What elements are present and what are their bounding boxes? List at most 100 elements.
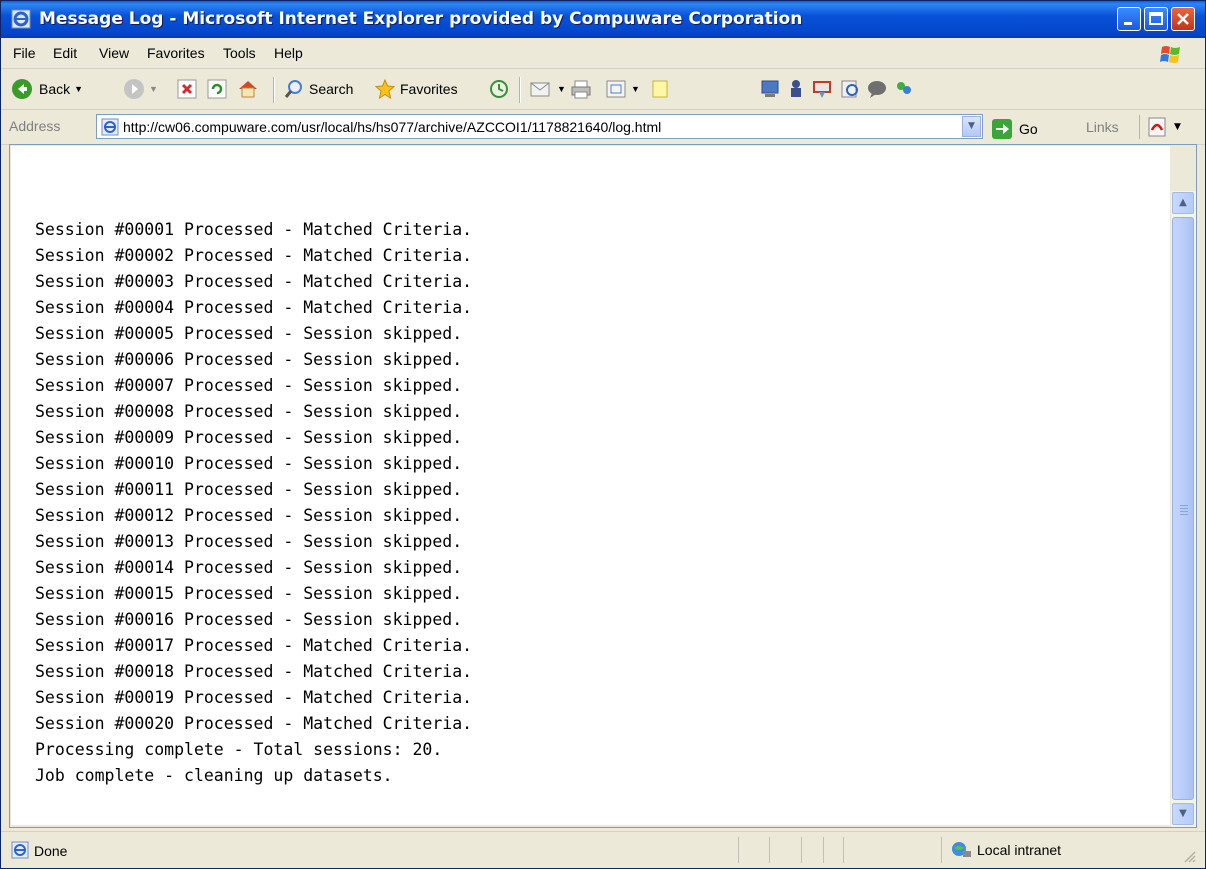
discuss-icon bbox=[652, 80, 668, 98]
go-button[interactable]: Go bbox=[991, 118, 1038, 140]
msn-icon bbox=[897, 82, 911, 94]
chevron-down-icon[interactable]: ▼ bbox=[631, 84, 640, 94]
log-line: Session #00013 Processed - Session skipp… bbox=[35, 532, 463, 551]
chevron-up-icon: ▲ bbox=[1179, 197, 1187, 208]
menu-bar: File Edit View Favorites Tools Help bbox=[1, 38, 1205, 69]
research-icon bbox=[791, 80, 801, 97]
address-dropdown[interactable]: ▼ bbox=[962, 116, 981, 137]
log-line: Processing complete - Total sessions: 20… bbox=[35, 740, 443, 759]
log-line: Session #00020 Processed - Matched Crite… bbox=[35, 714, 473, 733]
status-panel bbox=[941, 837, 942, 863]
ie-icon bbox=[11, 9, 31, 29]
links-button[interactable]: Links bbox=[1086, 119, 1119, 135]
browser-window: Message Log - Microsoft Internet Explore… bbox=[0, 0, 1206, 869]
forward-button[interactable]: ▼ bbox=[123, 77, 158, 101]
log-line: Session #00008 Processed - Session skipp… bbox=[35, 402, 463, 421]
refresh-icon bbox=[207, 79, 227, 99]
forward-icon bbox=[124, 79, 144, 99]
chevron-down-icon[interactable]: ▼ bbox=[1174, 122, 1181, 132]
research-button[interactable] bbox=[786, 77, 808, 101]
chat-button[interactable] bbox=[866, 77, 888, 101]
log-line: Session #00019 Processed - Matched Crite… bbox=[35, 688, 473, 707]
windows-logo-icon bbox=[1160, 46, 1180, 63]
toolbar-separator bbox=[519, 77, 521, 103]
history-icon bbox=[490, 80, 508, 98]
menu-edit[interactable]: Edit bbox=[53, 45, 77, 61]
log-line: Session #00017 Processed - Matched Crite… bbox=[35, 636, 473, 655]
discuss-button[interactable] bbox=[649, 77, 671, 101]
grip-line bbox=[1180, 511, 1188, 512]
tools-button[interactable] bbox=[811, 77, 833, 101]
favorites-button[interactable]: Favorites bbox=[374, 77, 458, 101]
status-bar: Done Local intranet bbox=[1, 831, 1205, 868]
status-panel bbox=[769, 837, 770, 863]
go-arrow-icon bbox=[992, 119, 1012, 139]
status-text: Done bbox=[34, 843, 68, 859]
menu-view[interactable]: View bbox=[99, 45, 129, 61]
msn-button[interactable] bbox=[893, 77, 915, 101]
search-icon bbox=[284, 80, 302, 98]
pdf-button[interactable]: ▼ bbox=[1146, 116, 1181, 138]
minimize-button[interactable] bbox=[1117, 7, 1141, 31]
scroll-down-button[interactable]: ▼ bbox=[1172, 803, 1194, 825]
home-button[interactable] bbox=[237, 77, 259, 101]
scroll-thumb[interactable] bbox=[1172, 217, 1194, 800]
refresh-button[interactable] bbox=[207, 77, 227, 101]
address-bar: Address http://cw06.compuware.com/usr/lo… bbox=[1, 110, 1205, 145]
tools-icon bbox=[813, 81, 831, 98]
maximize-icon bbox=[1149, 12, 1163, 25]
ie-page-icon bbox=[11, 841, 29, 859]
window-title: Message Log - Microsoft Internet Explore… bbox=[39, 9, 803, 29]
intranet-icon bbox=[952, 842, 971, 857]
message-log: Session #00001 Processed - Matched Crite… bbox=[35, 217, 472, 789]
resize-grip-icon[interactable] bbox=[1183, 850, 1197, 864]
history-button[interactable] bbox=[488, 77, 510, 101]
address-input[interactable]: http://cw06.compuware.com/usr/local/hs/h… bbox=[96, 114, 983, 139]
log-line: Session #00005 Processed - Session skipp… bbox=[35, 324, 463, 343]
log-line: Session #00007 Processed - Session skipp… bbox=[35, 376, 463, 395]
menu-tools[interactable]: Tools bbox=[223, 45, 256, 61]
back-icon bbox=[12, 79, 32, 99]
chevron-down-icon: ▼ bbox=[968, 121, 975, 131]
messenger-button[interactable] bbox=[759, 77, 781, 101]
menu-file[interactable]: File bbox=[13, 45, 36, 61]
maximize-button[interactable] bbox=[1144, 7, 1168, 31]
edit-icon bbox=[606, 80, 626, 98]
chevron-down-icon[interactable]: ▼ bbox=[74, 84, 83, 94]
security-zone[interactable]: Local intranet bbox=[949, 840, 1061, 860]
chevron-down-icon: ▼ bbox=[1179, 808, 1187, 819]
search-label: Search bbox=[309, 81, 354, 97]
toolbar-separator bbox=[1139, 115, 1140, 139]
content-area-top bbox=[11, 146, 1170, 190]
status-panel bbox=[823, 837, 824, 863]
menu-favorites[interactable]: Favorites bbox=[147, 45, 205, 61]
back-button[interactable]: Back ▼ bbox=[11, 77, 83, 101]
edit-button[interactable]: ▼ bbox=[605, 77, 640, 101]
grip-line bbox=[1180, 508, 1188, 509]
menu-help[interactable]: Help bbox=[274, 45, 303, 61]
log-line: Job complete - cleaning up datasets. bbox=[35, 766, 393, 785]
grip-line bbox=[1180, 514, 1188, 515]
vertical-scrollbar[interactable]: ▲ ▼ bbox=[1171, 191, 1196, 827]
chevron-down-icon[interactable]: ▼ bbox=[149, 84, 158, 94]
bookmark-button[interactable] bbox=[839, 77, 861, 101]
grip-line bbox=[1180, 505, 1188, 506]
home-icon bbox=[239, 81, 257, 98]
log-line: Session #00014 Processed - Session skipp… bbox=[35, 558, 463, 577]
log-line: Session #00018 Processed - Matched Crite… bbox=[35, 662, 473, 681]
standard-toolbar: Back ▼ ▼ Search Favorites ▼ ▼ bbox=[1, 69, 1205, 110]
stop-icon bbox=[177, 79, 197, 99]
scroll-up-button[interactable]: ▲ bbox=[1172, 192, 1194, 214]
close-button[interactable] bbox=[1171, 7, 1195, 31]
search-button[interactable]: Search bbox=[283, 77, 353, 101]
bookmark-icon bbox=[841, 80, 858, 98]
log-line: Session #00003 Processed - Matched Crite… bbox=[35, 272, 473, 291]
favorites-label: Favorites bbox=[400, 81, 458, 97]
log-line: Session #00001 Processed - Matched Crite… bbox=[35, 220, 473, 239]
chevron-down-icon[interactable]: ▼ bbox=[557, 84, 566, 94]
mail-button[interactable]: ▼ bbox=[529, 77, 566, 101]
print-button[interactable] bbox=[570, 77, 592, 101]
stop-button[interactable] bbox=[177, 77, 197, 101]
title-bar[interactable]: Message Log - Microsoft Internet Explore… bbox=[1, 1, 1205, 38]
log-line: Session #00004 Processed - Matched Crite… bbox=[35, 298, 473, 317]
